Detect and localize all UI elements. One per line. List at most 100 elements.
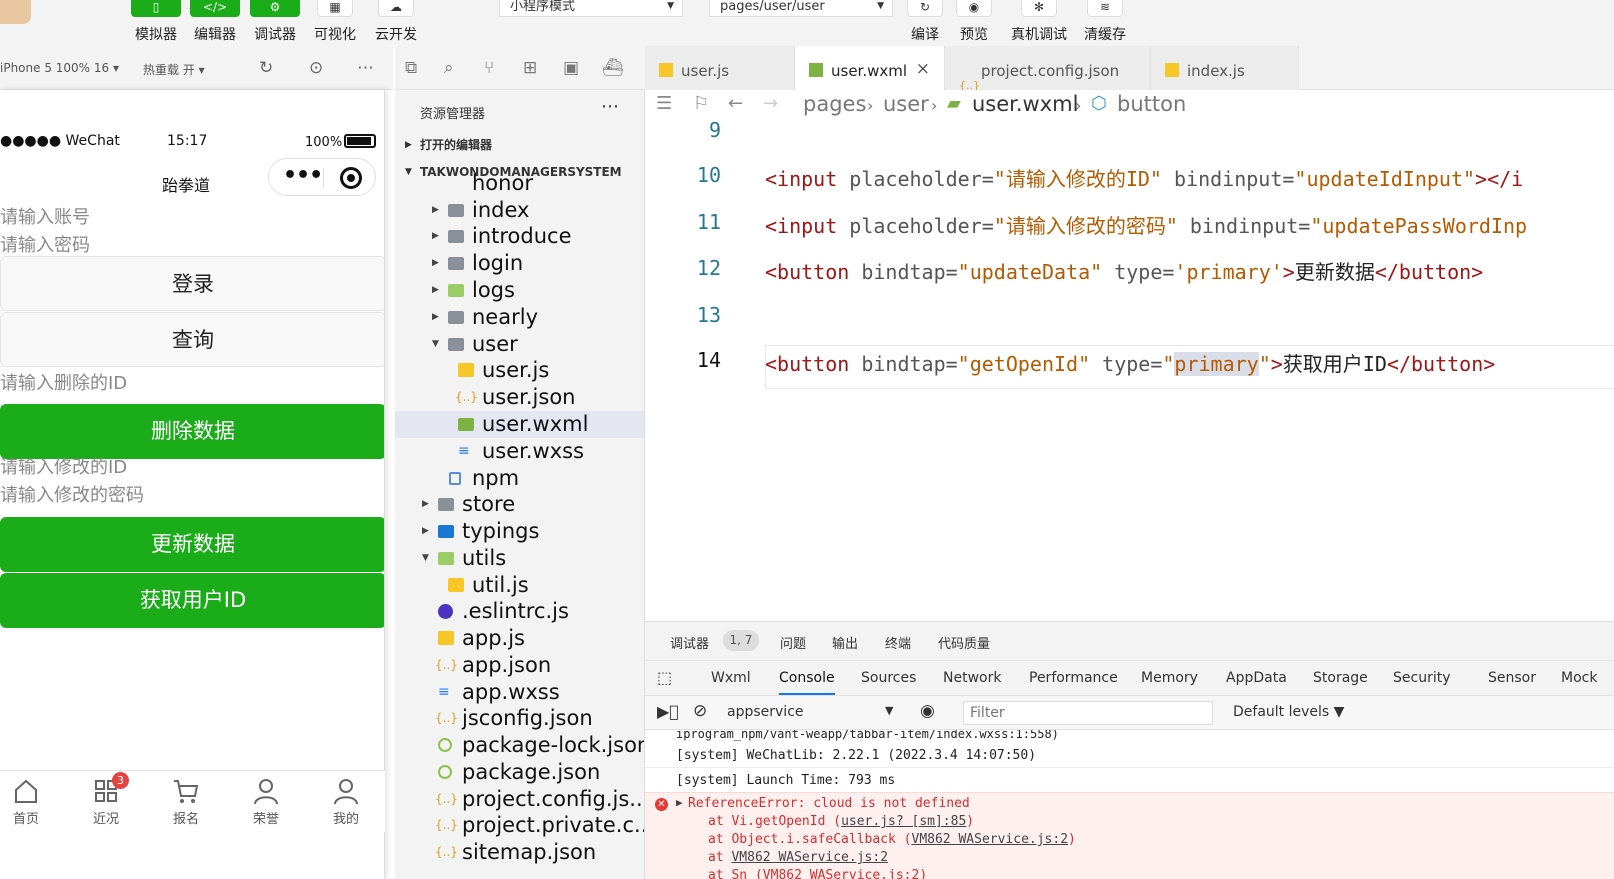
tree-item[interactable]: user.js xyxy=(395,357,644,384)
tab-wxml[interactable]: Wxml xyxy=(711,670,751,686)
tree-item[interactable]: ▼ utils xyxy=(395,545,644,572)
list-icon[interactable]: ☰ xyxy=(656,93,672,114)
clear-cache-button[interactable]: ≋ 清缓存 xyxy=(1080,0,1130,44)
source-link[interactable]: VM862 WAService.js:2 xyxy=(912,832,1069,847)
tree-item[interactable]: ▶ nearly xyxy=(395,304,644,331)
tree-item[interactable]: ▶ typings xyxy=(395,518,644,545)
close-icon[interactable]: × xyxy=(916,46,930,92)
delete-id-input[interactable]: 请输入删除的ID xyxy=(0,369,127,395)
tree-item[interactable]: {..} jsconfig.json xyxy=(395,705,644,732)
tab-sources[interactable]: Sources xyxy=(861,670,916,686)
cloud-button[interactable]: ☁ 云开发 xyxy=(371,0,421,44)
tree-item[interactable]: ≡ app.wxss xyxy=(395,679,644,706)
docker-icon[interactable]: ⛴ xyxy=(602,58,624,78)
source-link[interactable]: user.js? [sm]:85 xyxy=(841,814,966,829)
arrow-right-icon[interactable]: → xyxy=(763,93,778,114)
remote-debug-button[interactable]: ✻ 真机调试 xyxy=(1011,0,1067,44)
expand-triangle-icon[interactable]: ▶ xyxy=(676,796,683,809)
breadcrumb-item[interactable]: user.wxml xyxy=(972,90,1078,118)
tree-item[interactable]: {..} project.config.js... xyxy=(395,786,644,813)
tree-item[interactable]: ▶ store xyxy=(395,491,644,518)
tab-security[interactable]: Security xyxy=(1393,670,1451,686)
context-select[interactable]: appservice xyxy=(727,704,804,720)
query-button[interactable]: 查询 xyxy=(0,312,384,367)
tab-project-config[interactable]: {..} project.config.json xyxy=(945,46,1151,92)
breadcrumb-item[interactable]: user xyxy=(883,90,929,118)
filter-input[interactable] xyxy=(963,701,1213,725)
tree-item[interactable]: {..} project.private.c... xyxy=(395,812,644,839)
tab-console[interactable]: Console xyxy=(779,670,835,695)
tree-item[interactable]: ▶ logs xyxy=(395,277,644,304)
source-link[interactable]: VM862 WAService.js:2 xyxy=(731,850,888,865)
tab-honor[interactable]: 荣誉 xyxy=(236,777,296,827)
tree-item[interactable]: ▶ login xyxy=(395,250,644,277)
update-id-input[interactable]: 请输入修改的ID xyxy=(0,453,127,479)
visual-button[interactable]: ▦ 可视化 xyxy=(310,0,360,44)
panel-tab-output[interactable]: 输出 xyxy=(832,633,858,652)
tree-item-selected[interactable]: user.wxml xyxy=(395,411,644,438)
tree-item[interactable]: honor xyxy=(395,170,644,197)
simulator-button[interactable]: ▯ 模拟器 xyxy=(131,0,181,44)
panel-tab-code-quality[interactable]: 代码质量 xyxy=(938,633,990,652)
breadcrumb-item[interactable]: button xyxy=(1117,90,1186,118)
device-select[interactable]: iPhone 5 100% 16 ▾ xyxy=(0,61,119,75)
rotate-icon[interactable]: ↻ xyxy=(259,58,273,78)
panel-tab-debugger[interactable]: 调试器 xyxy=(670,633,709,652)
tab-network[interactable]: Network xyxy=(943,670,1001,686)
mode-select[interactable]: 小程序模式 ▼ xyxy=(499,0,683,17)
bookmark-icon[interactable]: ⚐ xyxy=(693,93,709,114)
tab-mock[interactable]: Mock xyxy=(1561,670,1597,686)
extensions-icon[interactable]: ⊞ xyxy=(523,58,537,78)
tree-item[interactable]: ▼ user xyxy=(395,331,644,358)
more-icon[interactable]: ⋯ xyxy=(601,96,619,117)
tree-item[interactable]: package.json xyxy=(395,759,644,786)
preview-button[interactable]: ◉ 预览 xyxy=(949,0,999,44)
clear-icon[interactable]: ⊘ xyxy=(693,701,707,721)
inspect-icon[interactable]: ⬚ xyxy=(657,668,672,687)
panel-tab-problems[interactable]: 问题 xyxy=(780,633,806,652)
search-icon[interactable]: ⌕ xyxy=(444,58,454,78)
arrow-left-icon[interactable]: ← xyxy=(728,93,743,114)
tree-item[interactable]: ≡ user.wxss xyxy=(395,438,644,465)
account-input[interactable]: 请输入账号 xyxy=(0,203,90,229)
tab-storage[interactable]: Storage xyxy=(1313,670,1368,686)
log-levels-select[interactable]: Default levels ▼ xyxy=(1233,704,1344,720)
sidebar-toggle-icon[interactable]: ▶⃞ xyxy=(657,702,679,721)
stop-icon[interactable]: ⊙ xyxy=(309,58,323,78)
page-select[interactable]: pages/user/user ▼ xyxy=(709,0,893,17)
tree-item[interactable]: util.js xyxy=(395,572,644,599)
compile-button[interactable]: ↻ 编译 xyxy=(900,0,950,44)
tree-item[interactable]: package-lock.json xyxy=(395,732,644,759)
more-icon[interactable]: ••• xyxy=(283,163,323,189)
capsule-menu[interactable]: ••• xyxy=(268,158,376,196)
tab-appdata[interactable]: AppData xyxy=(1226,670,1287,686)
code-editor[interactable]: 9 10 11 12 13 14 <input placeholder="请输入… xyxy=(645,118,1614,621)
tree-item[interactable]: app.js xyxy=(395,625,644,652)
hot-reload-select[interactable]: 热重载 开 ▾ xyxy=(143,61,205,78)
tree-item[interactable]: ▶ index xyxy=(395,197,644,224)
get-openid-button[interactable]: 获取用户ID xyxy=(0,573,384,628)
tab-user-wxml[interactable]: user.wxml × xyxy=(795,46,945,90)
debugger-button[interactable]: ⚙ 调试器 xyxy=(250,0,300,44)
tab-home[interactable]: 首页 xyxy=(0,777,56,827)
close-icon[interactable] xyxy=(340,167,362,189)
git-branch-icon[interactable]: ⑂ xyxy=(484,58,494,78)
delete-button[interactable]: 删除数据 xyxy=(0,404,384,459)
update-password-input[interactable]: 请输入修改的密码 xyxy=(0,481,144,507)
breadcrumb-item[interactable]: pages xyxy=(803,90,866,118)
tab-mine[interactable]: 我的 xyxy=(316,777,376,827)
tab-memory[interactable]: Memory xyxy=(1141,670,1198,686)
tree-item[interactable]: {..} user.json xyxy=(395,384,644,411)
open-editors-section[interactable]: ▶ 打开的编辑器 xyxy=(395,132,644,158)
editor-button[interactable]: </> 编辑器 xyxy=(190,0,240,44)
panel-tab-terminal[interactable]: 终端 xyxy=(885,633,911,652)
save-icon[interactable]: ▣ xyxy=(563,58,579,78)
tree-item[interactable]: npm xyxy=(395,465,644,492)
tab-signup[interactable]: 报名 xyxy=(156,777,216,827)
user-avatar[interactable] xyxy=(0,0,31,24)
tree-item[interactable]: {..} sitemap.json xyxy=(395,839,644,866)
tree-item[interactable]: ▶ introduce xyxy=(395,223,644,250)
tree-item[interactable]: {..} app.json xyxy=(395,652,644,679)
eye-icon[interactable]: ◉ xyxy=(920,701,935,721)
files-icon[interactable]: ⧉ xyxy=(405,58,417,78)
